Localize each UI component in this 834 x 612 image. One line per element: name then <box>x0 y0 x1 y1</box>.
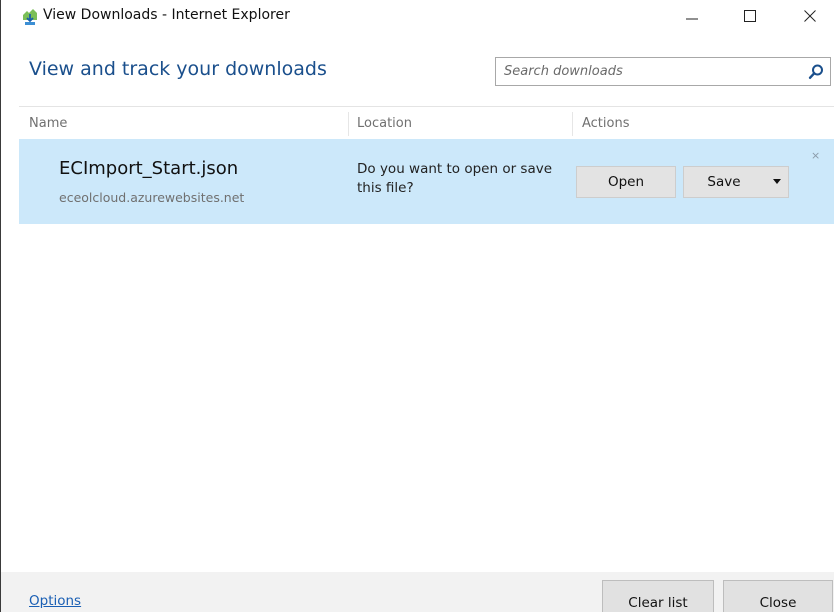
column-separator <box>572 112 573 136</box>
minimize-icon <box>686 18 698 20</box>
window-title: View Downloads - Internet Explorer <box>43 7 290 23</box>
options-link[interactable]: Options <box>29 593 81 609</box>
search-icon[interactable] <box>807 63 825 81</box>
maximize-button[interactable] <box>727 0 773 32</box>
download-prompt: Do you want to open or save this file? <box>357 161 553 196</box>
download-row[interactable]: ECImport_Start.json eceolcloud.azurewebs… <box>19 139 834 224</box>
file-name: ECImport_Start.json <box>59 158 239 179</box>
window-close-button[interactable] <box>787 0 833 32</box>
header-divider <box>19 106 834 107</box>
save-split-button[interactable]: Save <box>683 166 789 198</box>
options-link-label: Options <box>29 593 82 609</box>
close-icon <box>804 10 816 22</box>
column-header-actions[interactable]: Actions <box>582 116 630 131</box>
caret-down-icon <box>772 179 781 184</box>
page-title: View and track your downloads <box>29 58 327 80</box>
save-button[interactable]: Save <box>684 167 764 197</box>
close-button[interactable]: Close <box>723 580 833 612</box>
title-bar[interactable]: View Downloads - Internet Explorer <box>1 0 834 36</box>
file-source: eceolcloud.azurewebsites.net <box>59 190 245 205</box>
downloads-window: View Downloads - Internet Explorer View … <box>0 0 834 612</box>
search-box[interactable] <box>495 57 831 86</box>
minimize-button[interactable] <box>669 0 715 32</box>
footer: Options Clear list Close <box>1 572 834 612</box>
column-header-name[interactable]: Name <box>29 116 67 131</box>
column-header-location[interactable]: Location <box>357 116 412 131</box>
save-options-dropdown[interactable] <box>764 167 789 197</box>
maximize-icon <box>744 10 756 22</box>
column-separator <box>348 112 349 136</box>
dismiss-download-icon[interactable]: × <box>811 149 820 162</box>
search-input[interactable] <box>496 58 804 85</box>
internet-explorer-download-icon <box>19 6 41 28</box>
clear-list-button[interactable]: Clear list <box>602 580 714 612</box>
open-button[interactable]: Open <box>576 166 676 198</box>
